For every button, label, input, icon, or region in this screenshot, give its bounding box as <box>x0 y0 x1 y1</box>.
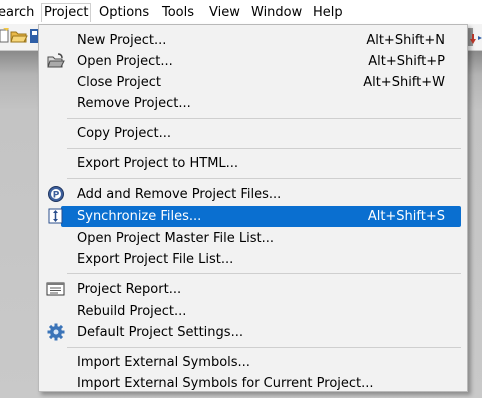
svg-text:P: P <box>53 191 60 201</box>
menu-search[interactable]: earch <box>0 4 34 22</box>
menu-item-shortcut: Alt+Shift+S <box>367 209 445 224</box>
menu-item-copy-project[interactable]: Copy Project... <box>39 123 467 144</box>
menu-item-add-remove-files[interactable]: P Add and Remove Project Files... <box>39 184 467 205</box>
project-menu: New Project... Alt+Shift+N Open Project.… <box>38 24 468 392</box>
menu-item-open-master-list[interactable]: Open Project Master File List... <box>39 228 467 249</box>
menu-window[interactable]: Window <box>251 4 302 22</box>
report-icon <box>46 282 65 296</box>
save-icon[interactable] <box>30 29 38 43</box>
menu-separator <box>67 148 461 149</box>
menu-project[interactable]: Project <box>41 3 92 22</box>
menu-item-shortcut: Alt+Shift+W <box>363 75 445 90</box>
new-file-icon[interactable] <box>0 28 10 44</box>
menu-tools[interactable]: Tools <box>162 4 194 22</box>
menu-item-default-settings[interactable]: Default Project Settings... <box>39 322 467 343</box>
menu-item-label: Rebuild Project... <box>77 304 187 319</box>
open-folder-icon <box>47 53 65 68</box>
arrow-down-icon[interactable] <box>468 28 482 46</box>
synchronize-icon <box>48 208 63 224</box>
menu-item-label: Close Project <box>77 75 162 90</box>
menu-item-label: Export Project File List... <box>77 252 234 267</box>
menu-item-label: Add and Remove Project Files... <box>77 187 282 202</box>
menu-separator <box>67 347 461 348</box>
menu-separator <box>67 273 461 274</box>
menu-separator <box>67 118 461 119</box>
menu-item-project-report[interactable]: Project Report... <box>39 279 467 300</box>
menu-item-open-project[interactable]: Open Project... Alt+Shift+P <box>39 51 467 72</box>
menu-item-label: Open Project... <box>77 54 173 69</box>
menu-item-new-project[interactable]: New Project... Alt+Shift+N <box>39 30 467 51</box>
menu-view[interactable]: View <box>209 4 240 22</box>
menu-item-close-project[interactable]: Close Project Alt+Shift+W <box>39 72 467 93</box>
menu-item-synchronize-files[interactable]: Synchronize Files... Alt+Shift+S <box>39 206 467 227</box>
menu-item-import-symbols-current[interactable]: Import External Symbols for Current Proj… <box>39 373 467 394</box>
menu-help[interactable]: Help <box>313 4 343 22</box>
menu-item-label: Project Report... <box>77 282 182 297</box>
menu-item-label: Synchronize Files... <box>77 209 202 224</box>
menu-item-label: Default Project Settings... <box>77 325 243 340</box>
menu-options[interactable]: Options <box>99 4 149 22</box>
gear-icon <box>47 323 65 341</box>
menu-item-rebuild-project[interactable]: Rebuild Project... <box>39 301 467 322</box>
menu-item-label: Import External Symbols... <box>77 355 250 370</box>
menu-item-shortcut: Alt+Shift+N <box>366 33 445 48</box>
menu-item-label: Open Project Master File List... <box>77 231 274 246</box>
menu-item-import-symbols[interactable]: Import External Symbols... <box>39 352 467 373</box>
menu-item-export-html[interactable]: Export Project to HTML... <box>39 153 467 174</box>
menu-bar: earch Project Options Tools View Window … <box>0 0 482 24</box>
menu-item-shortcut: Alt+Shift+P <box>368 54 445 69</box>
menu-item-label: New Project... <box>77 33 167 48</box>
menu-item-remove-project[interactable]: Remove Project... <box>39 93 467 114</box>
menu-item-label: Export Project to HTML... <box>77 156 239 171</box>
menu-item-label: Copy Project... <box>77 126 171 141</box>
menu-separator <box>67 178 461 179</box>
open-folder-icon[interactable] <box>10 28 28 44</box>
menu-item-label: Import External Symbols for Current Proj… <box>77 376 374 391</box>
menu-item-export-file-list[interactable]: Export Project File List... <box>39 249 467 270</box>
add-remove-files-icon: P <box>48 186 64 202</box>
menu-item-label: Remove Project... <box>77 96 191 111</box>
